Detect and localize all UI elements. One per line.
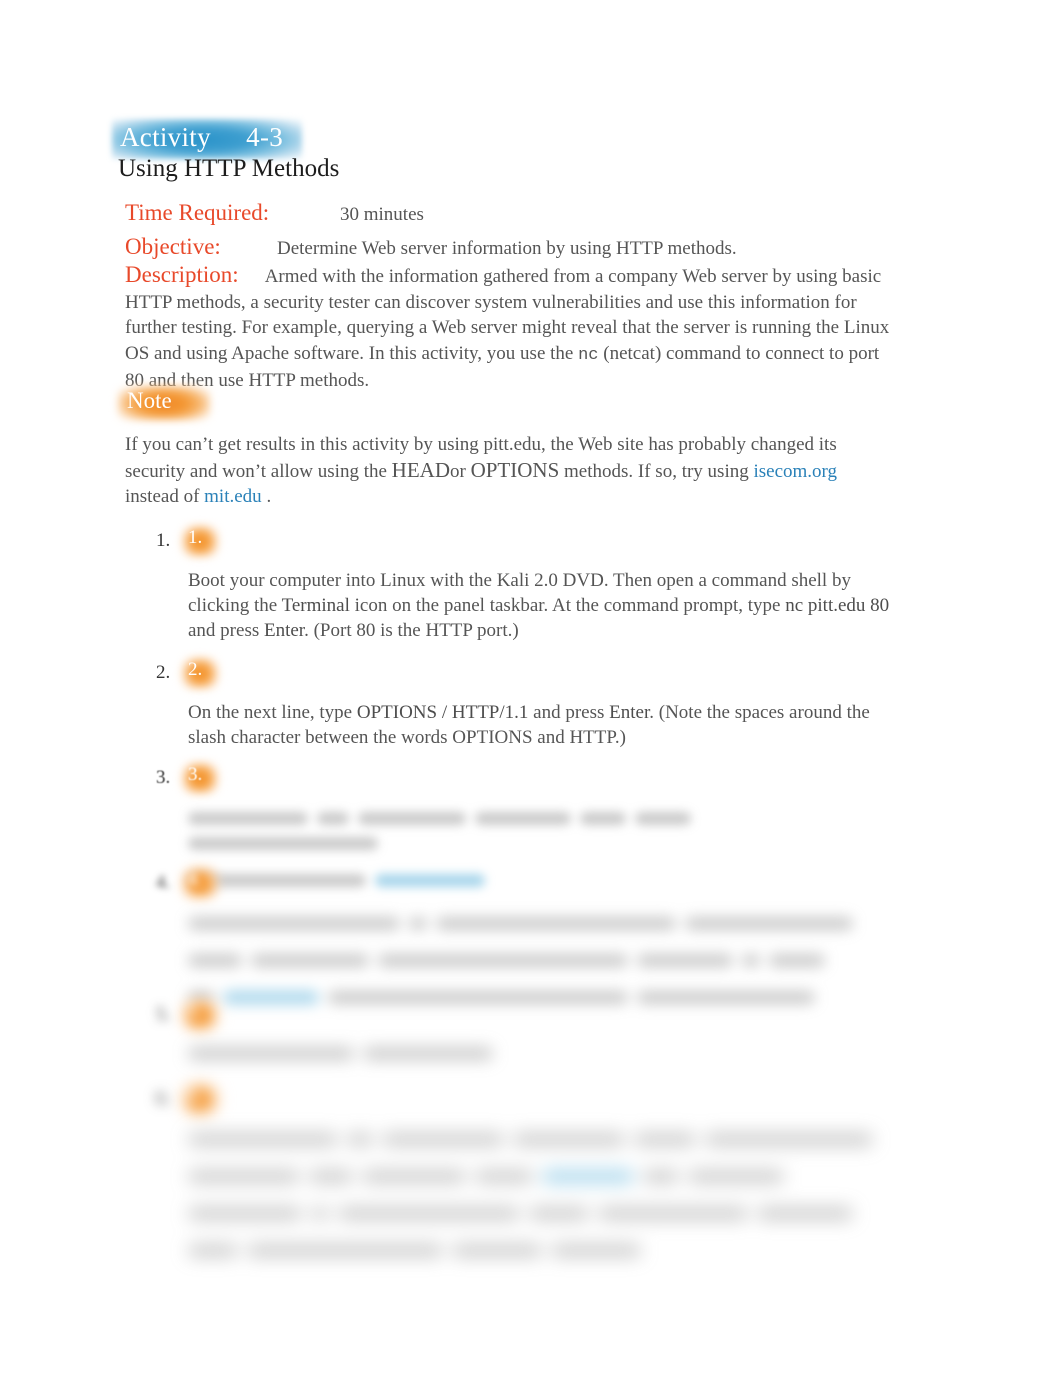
obscured-text-line [188, 910, 894, 935]
link-isecom[interactable]: isecom.org [753, 461, 837, 482]
note-text-5: . [261, 486, 272, 507]
step-badge-label: 4. [188, 869, 203, 890]
list-item: 5. 5. [0, 992, 1062, 1078]
note-text-4: instead of [125, 486, 205, 507]
step-marker: 1. [156, 530, 171, 551]
list-item: 6. 6. [0, 1078, 1062, 1258]
step-body: On the next line, type OPTIONS / HTTP/1.… [188, 700, 894, 750]
step2-text-b: and press [528, 702, 610, 723]
activity-meta: Time Required: 30 minutes Objective: Deter… [125, 197, 925, 265]
step-badge: 1. [182, 526, 232, 560]
step-marker: 5. [156, 1004, 171, 1025]
step-body: Boot your computer into Linux with the K… [188, 568, 894, 643]
step-body-obscured [188, 1040, 894, 1065]
step-marker: 3. [156, 767, 171, 788]
note-body: If you can’t get results in this activit… [125, 432, 893, 510]
time-required-row: Time Required: 30 minutes [125, 197, 925, 231]
step-badge: 5. [182, 1000, 232, 1034]
step-badge-label: 1. [188, 527, 203, 548]
page-title: Using HTTP Methods [118, 155, 340, 182]
step2-options-command: OPTIONS / HTTP/1.1 [356, 702, 529, 723]
time-required-value: 30 minutes [340, 204, 424, 225]
list-item: 1. 1. Boot your computer into Linux with… [0, 520, 1062, 650]
step-badge-label: 6. [188, 1085, 203, 1106]
link-mit[interactable]: mit.edu [204, 486, 262, 507]
document-page: Activity 4-3 Using HTTP Methods Time Req… [0, 0, 1062, 1377]
step-marker: 2. [156, 662, 171, 683]
step-badge: 3. [182, 763, 232, 797]
netcat-command-inline: nc [578, 345, 599, 365]
step-marker: 6. [156, 1088, 171, 1109]
note-text-2: or [450, 460, 471, 482]
step-badge-label: 2. [188, 659, 203, 680]
obscured-text-line [188, 1040, 894, 1065]
obscured-text-line [188, 1200, 894, 1225]
obscured-text-line [188, 947, 894, 972]
obscured-text-line [188, 1237, 894, 1262]
head-method-keyword: HEAD [391, 457, 450, 482]
step1-text-d: . (Port 80 is the HTTP port.) [304, 620, 519, 641]
step-marker: 4. [156, 872, 171, 893]
obscured-text-line [188, 1163, 894, 1188]
note-badge-label: Note [127, 388, 172, 413]
list-item: 2. 2. On the next line, type OPTIONS / H… [0, 650, 1062, 755]
objective-value: Determine Web server information by usin… [277, 238, 737, 259]
step1-text-c: and press [188, 620, 264, 641]
step-body-obscured [188, 1126, 894, 1262]
note-badge: Note [118, 386, 238, 424]
step-badge-label: 3. [188, 764, 203, 785]
list-item: 3. 3. [0, 755, 1062, 888]
step1-terminal-keyword: Terminal [281, 595, 350, 616]
step2-text-a: On the next line, type [188, 702, 357, 723]
time-required-label: Time Required: [125, 200, 270, 225]
note-text-3: methods. If so, try using [559, 460, 754, 482]
description-paragraph: Description: Armed with the information g… [125, 262, 893, 394]
obscured-text-line [188, 1126, 894, 1151]
obscured-text-line [188, 805, 894, 855]
activity-badge-label: Activity 4-3 [120, 122, 284, 152]
objective-label: Objective: [125, 234, 221, 259]
objective-row: Objective: Determine Web server informati… [125, 231, 925, 265]
steps-list: 1. 1. Boot your computer into Linux with… [0, 520, 1062, 1258]
step2-enter-key: Enter [609, 702, 650, 723]
description-label: Description: [125, 262, 239, 287]
step-badge: 2. [182, 658, 232, 692]
step-badge: 6. [182, 1084, 232, 1118]
list-item: 4. 4. [0, 862, 1062, 1005]
step1-enter-key: Enter [263, 620, 305, 641]
step-badge-label: 5. [188, 1001, 203, 1022]
step1-text-b: icon on the panel taskbar. At the comman… [349, 595, 786, 616]
step-badge: 4. [182, 868, 232, 902]
options-method-keyword: OPTIONS [470, 457, 560, 482]
step1-nc-command: nc pitt.edu 80 [785, 595, 890, 616]
